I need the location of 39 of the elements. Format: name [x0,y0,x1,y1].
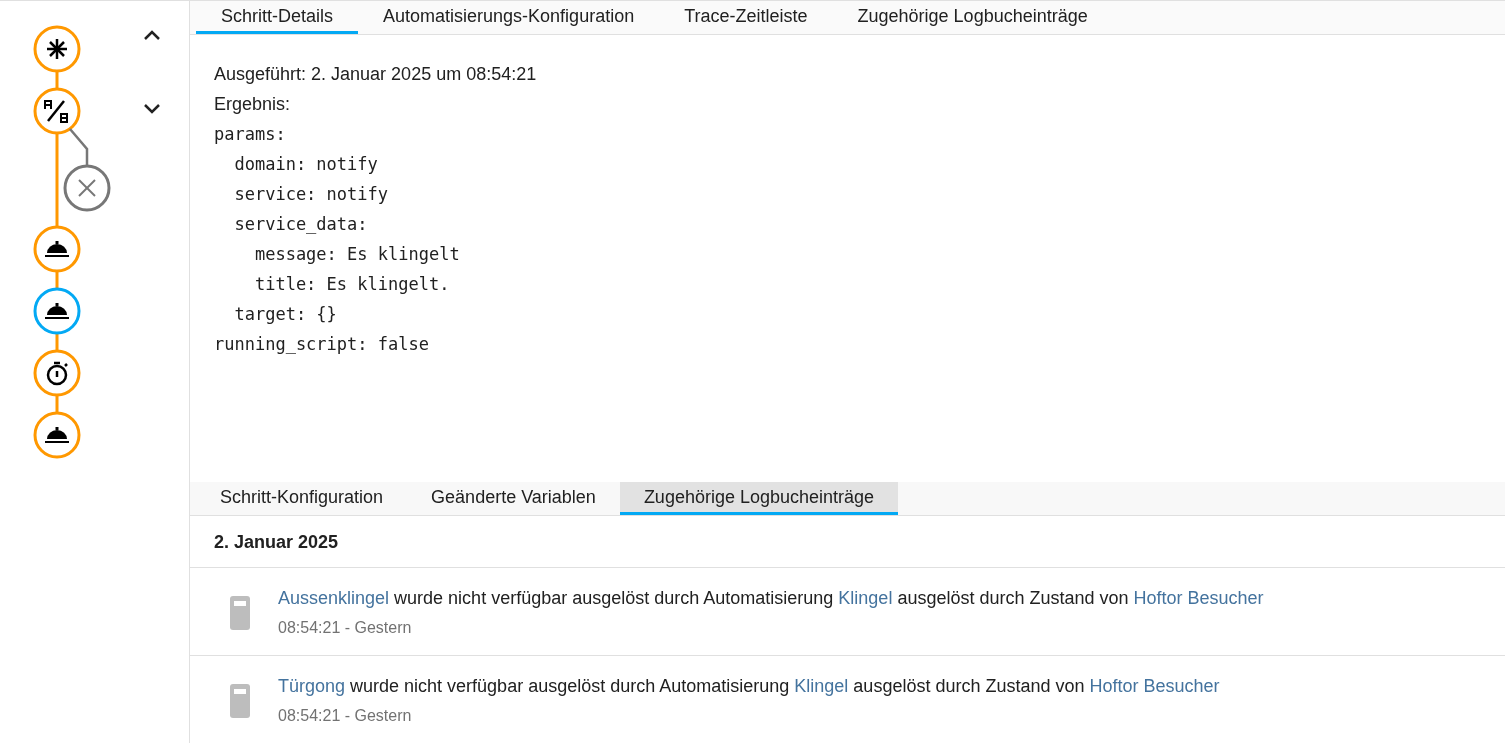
logbook-message: Türgong wurde nicht verfügbar ausgelöst durch Automatisierung Klingel ausgelöst durch Zustand von Hoftor Besucher [278,676,1220,697]
chevron-up-icon[interactable] [143,29,161,41]
date-heading: 2. Januar 2025 [190,516,1505,568]
code-line: params: [214,123,287,146]
logbook-message: Aussenklingel wurde nicht verfügbar ausgelöst durch Automatisierung Klingel ausgelöst durch Zustand von Hoftor Besucher [278,588,1264,609]
executed-time: Ausgeführt: 2. Januar 2025 um 08:54:21 [214,63,538,86]
skipped-node[interactable] [63,128,111,212]
entity-link[interactable]: Aussenklingel [278,588,390,608]
tab[interactable]: Trace-Zeitleiste [659,1,833,34]
action-node[interactable] [33,287,81,335]
action-node[interactable] [33,411,81,459]
result-label: Ergebnis: [214,93,292,116]
device-icon [230,683,250,718]
code-line: target: {} [233,303,338,326]
entry-time: 08:54:21 - Gestern [278,619,413,637]
entity-link[interactable]: Klingel [794,676,849,696]
device-icon [230,595,250,630]
tab[interactable]: Automatisierungs-Konfiguration [358,1,660,34]
tab[interactable]: Zugehörige Logbucheinträge [619,482,899,515]
code-line: service_data: [233,213,369,236]
condition-node[interactable] [33,87,81,135]
tab[interactable]: Zugehörige Logbucheinträge [832,1,1113,34]
tab[interactable]: Geänderte Variablen [407,482,620,515]
tab[interactable]: Schritt-Details [196,1,359,34]
code-line: service: notify [233,183,389,206]
entity-link[interactable]: Türgong [278,676,346,696]
entity-link[interactable]: Hoftor Besucher [1133,588,1264,608]
delay-node[interactable] [33,349,81,397]
code-line: title: Es klingelt. [253,273,451,296]
trigger-node[interactable] [33,25,81,73]
code-line: message: Es klingelt [253,243,461,266]
action-node[interactable] [33,225,81,273]
tab[interactable]: Schritt-Konfiguration [196,482,408,515]
entry-time: 08:54:21 - Gestern [278,707,413,725]
code-line: running_script: false [214,333,430,356]
chevron-down-icon[interactable] [143,103,161,115]
code-line: domain: notify [233,153,379,176]
entity-link[interactable]: Klingel [838,588,893,608]
entity-link[interactable]: Hoftor Besucher [1089,676,1220,696]
